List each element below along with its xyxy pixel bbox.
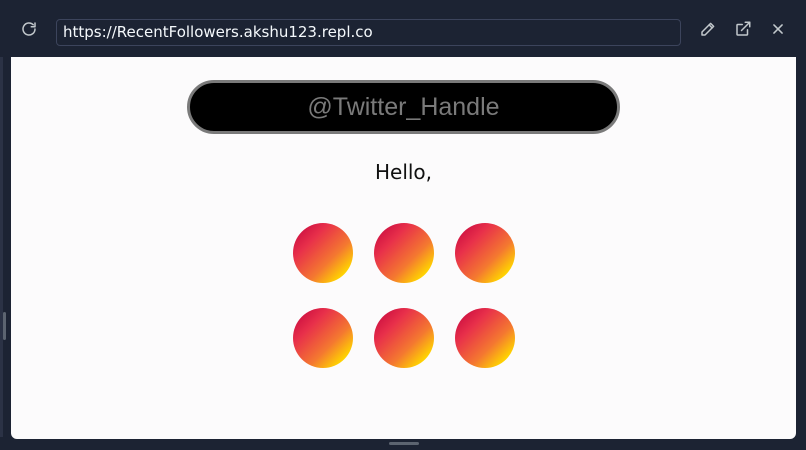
webview: Hello,: [11, 57, 796, 439]
greeting-text: Hello,: [374, 160, 433, 184]
reload-icon[interactable]: [17, 17, 41, 41]
follower-avatar[interactable]: [293, 308, 353, 368]
close-icon[interactable]: [766, 17, 790, 41]
bottom-resize-handle[interactable]: [389, 442, 419, 445]
left-resize-handle[interactable]: [3, 312, 6, 340]
url-field[interactable]: https://RecentFollowers.akshu123.repl.co: [56, 19, 681, 46]
left-panel-edge: [0, 57, 3, 437]
pencil-icon[interactable]: [696, 17, 720, 41]
follower-avatar[interactable]: [293, 223, 353, 283]
follower-avatar[interactable]: [374, 223, 434, 283]
follower-avatar[interactable]: [455, 308, 515, 368]
follower-avatar-grid: [293, 223, 515, 369]
browser-toolbar: https://RecentFollowers.akshu123.repl.co: [0, 0, 806, 57]
external-link-icon[interactable]: [731, 17, 755, 41]
follower-avatar[interactable]: [455, 223, 515, 283]
follower-avatar[interactable]: [374, 308, 434, 368]
twitter-handle-input[interactable]: [187, 80, 620, 134]
